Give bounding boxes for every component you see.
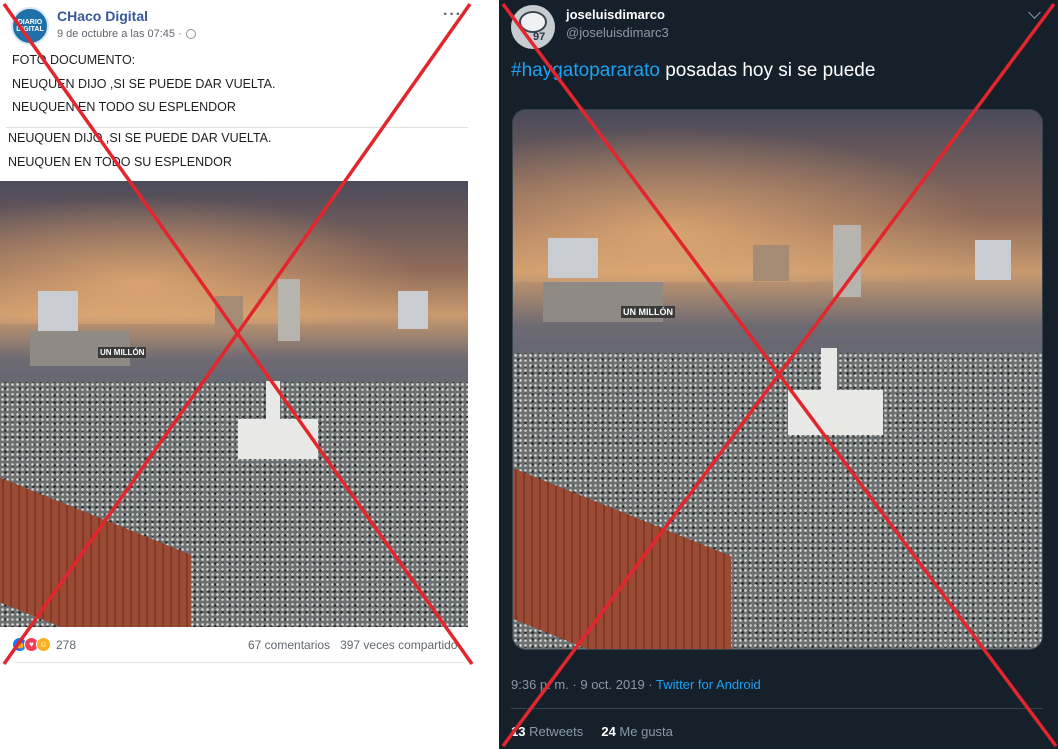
chevron-down-icon[interactable]: [1028, 6, 1041, 19]
user-name[interactable]: joseluisdimarco: [566, 7, 665, 22]
haha-reaction-icon: ☺: [36, 637, 51, 652]
page-avatar[interactable]: DIARIO DIGITAL: [11, 7, 49, 45]
post-text-line: NEUQUEN DIJO ,SI SE PUEDE DAR VUELTA.: [12, 77, 276, 91]
tweet: 97 joseluisdimarco @joseluisdimarc3 #hay…: [499, 0, 1058, 749]
divider: [511, 708, 1043, 709]
post-text-line: NEUQUEN EN TODO SU ESPLENDOR: [12, 100, 236, 114]
post-photo[interactable]: UN MILLÓN: [0, 181, 468, 627]
globe-icon: [185, 29, 196, 39]
post-stats: 67 comentarios 397 veces compartido: [248, 638, 457, 652]
tweet-stats: 13 Retweets 24 Me gusta: [511, 724, 673, 739]
banner-text: UN MILLÓN: [621, 306, 675, 318]
likes-label: Me gusta: [615, 724, 673, 739]
tweet-body: posadas hoy si se puede: [659, 60, 876, 81]
more-options-icon[interactable]: ···: [443, 6, 462, 24]
likes-link[interactable]: 24 Me gusta: [601, 724, 673, 739]
facebook-post: DIARIO DIGITAL CHaco Digital 9 de octubr…: [0, 0, 472, 749]
post-text-line: FOTO DOCUMENTO:: [12, 53, 136, 67]
tweet-timestamp[interactable]: 9:36 p. m. · 9 oct. 2019 ·: [511, 677, 656, 692]
divider: [14, 662, 464, 663]
reactions-summary[interactable]: 👍 ♥ ☺ 278: [12, 637, 76, 652]
tweet-source-link[interactable]: Twitter for Android: [656, 677, 761, 692]
post-timestamp[interactable]: 9 de octubre a las 07:45 ·: [57, 28, 182, 40]
likes-count: 24: [601, 724, 616, 739]
separator: [472, 0, 499, 749]
post-meta: 9 de octubre a las 07:45 ·: [57, 28, 196, 40]
user-avatar[interactable]: 97: [511, 5, 555, 49]
quoted-text-line: NEUQUEN DIJO ,SI SE PUEDE DAR VUELTA.: [8, 131, 272, 145]
shares-link[interactable]: 397 veces compartido: [340, 638, 457, 652]
tweet-photo[interactable]: UN MILLÓN: [512, 109, 1043, 650]
reaction-count: 278: [56, 637, 77, 652]
retweets-count: 13: [511, 724, 526, 739]
comments-link[interactable]: 67 comentarios: [248, 638, 330, 652]
banner-text: UN MILLÓN: [98, 347, 147, 358]
user-handle[interactable]: @joseluisdimarc3: [566, 25, 669, 40]
page-name[interactable]: CHaco Digital: [57, 8, 148, 24]
hashtag-link[interactable]: #haygatopararato: [511, 60, 660, 81]
avatar-number: 97: [533, 31, 546, 43]
tweet-meta: 9:36 p. m. · 9 oct. 2019 · Twitter for A…: [511, 677, 761, 692]
tweet-text: #haygatopararato posadas hoy si se puede: [511, 60, 875, 82]
retweets-label: Retweets: [525, 724, 584, 739]
divider: [6, 127, 468, 128]
retweets-link[interactable]: 13 Retweets: [511, 724, 583, 739]
avatar-text: DIARIO DIGITAL: [16, 19, 44, 33]
quoted-text-line: NEUQUEN EN TODO SU ESPLENDOR: [8, 155, 232, 169]
